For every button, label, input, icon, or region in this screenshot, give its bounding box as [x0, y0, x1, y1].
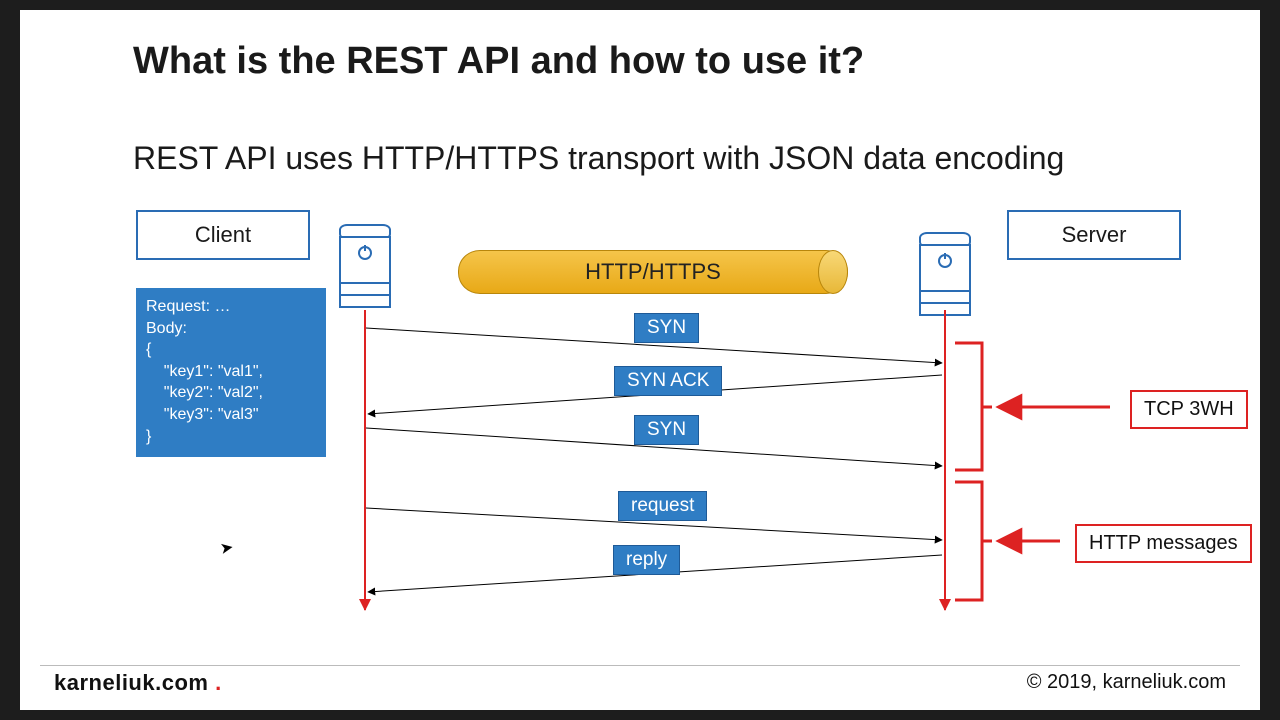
- msg-syn-1: SYN: [634, 313, 699, 343]
- msg-reply: reply: [613, 545, 680, 575]
- msg-syn-ack: SYN ACK: [614, 366, 722, 396]
- server-lifeline: [944, 310, 946, 610]
- client-label-box: Client: [136, 210, 310, 260]
- request-body-code: Request: … Body: { "key1": "val1", "key2…: [136, 288, 326, 457]
- server-label-box: Server: [1007, 210, 1181, 260]
- footer-divider: [40, 665, 1240, 666]
- pipe-end-cap: [818, 250, 848, 294]
- client-lifeline: [364, 310, 366, 610]
- server-host-icon: [919, 232, 971, 316]
- client-host-icon: [339, 224, 391, 308]
- footer-brand-dot: .: [208, 670, 221, 695]
- mouse-cursor-icon: ➤: [218, 537, 235, 559]
- annotation-http-messages: HTTP messages: [1075, 524, 1252, 563]
- annotation-tcp-3wh: TCP 3WH: [1130, 390, 1248, 429]
- transport-pipe-label: HTTP/HTTPS: [585, 259, 721, 285]
- msg-syn-2: SYN: [634, 415, 699, 445]
- slide-subtitle: REST API uses HTTP/HTTPS transport with …: [133, 140, 1064, 177]
- msg-request: request: [618, 491, 707, 521]
- footer-copyright: © 2019, karneliuk.com: [1027, 671, 1226, 694]
- footer-brand: karneliuk.com .: [54, 670, 222, 696]
- footer-brand-text: karneliuk.com: [54, 670, 208, 695]
- transport-pipe: HTTP/HTTPS: [458, 250, 848, 294]
- slide: What is the REST API and how to use it? …: [20, 10, 1260, 710]
- slide-title: What is the REST API and how to use it?: [133, 40, 864, 83]
